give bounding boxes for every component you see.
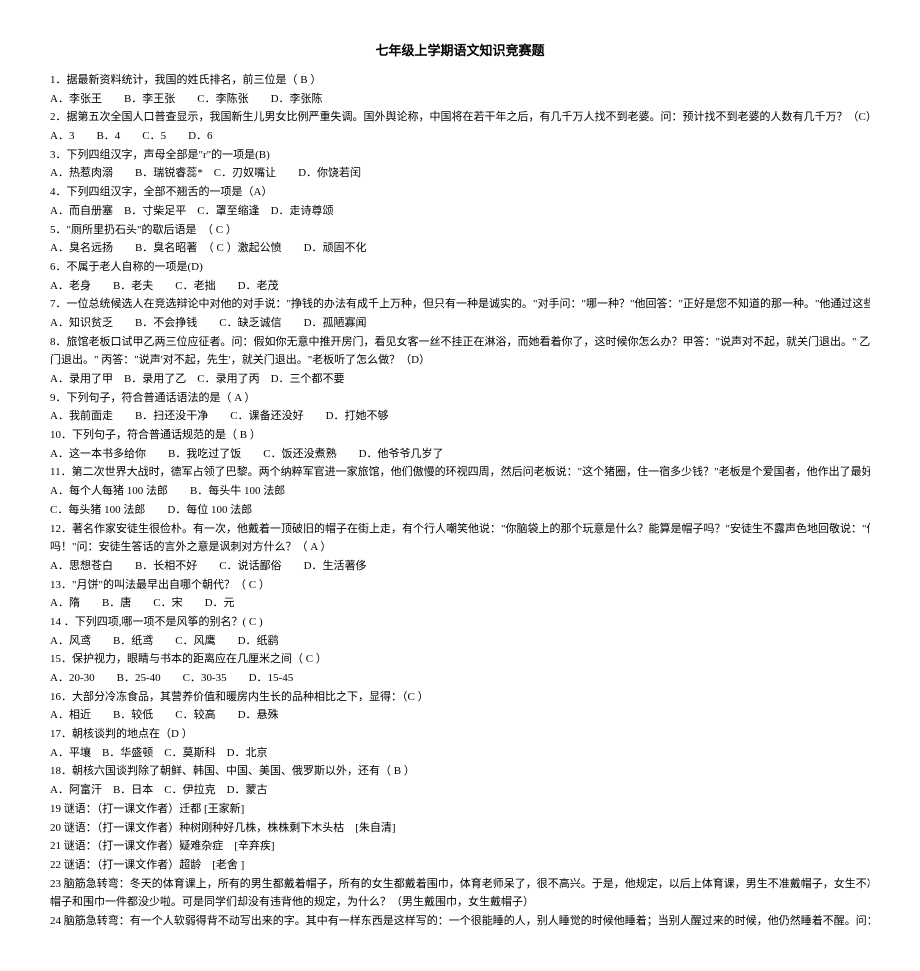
q18-line: 18．朝核六国谈判除了朝鲜、韩国、中国、美国、俄罗斯以外，还有（ B ） [50, 762, 870, 781]
q12-line2: 吗！"问：安徒生答话的言外之意是讽刺对方什么？（ A ） [50, 538, 870, 557]
q10-options: A．这一本书多给你 B．我吃过了饭 C．饭还没煮熟 D．他爷爷几岁了 [50, 445, 870, 464]
q6-line: 6．不属于老人自称的一项是(D) [50, 258, 870, 277]
q2-line: 2．据第五次全国人口普查显示，我国新生儿男女比例严重失调。国外舆论称，中国将在若… [50, 108, 870, 127]
q2-options: A．3 B．4 C．5 D．6 [50, 127, 870, 146]
q10-line: 10．下列句子，符合普通话规范的是（ B ） [50, 426, 870, 445]
q5-options: A．臭名远扬 B．臭名昭著 （ C ）激起公愤 D．顽固不化 [50, 239, 870, 258]
q13-options: A．隋 B．唐 C．宋 D．元 [50, 594, 870, 613]
q8-line: 8．旅馆老板口试甲乙两三位应征者。问：假如你无意中推开房门，看见女客一丝不挂正在… [50, 333, 870, 352]
q17-options: A．平壤 B．华盛顿 C．莫斯科 D．北京 [50, 744, 870, 763]
q11-options1: A．每个人每猪 100 法郎 B．每头牛 100 法郎 [50, 482, 870, 501]
q3-line: 3．下列四组汉字，声母全部是"r"的一项是(B) [50, 146, 870, 165]
q19-line: 19 谜语：（打一课文作者）迁都 [王家新] [50, 800, 870, 819]
q14-options: A．风鸢 B．纸鸢 C．风鹰 D．纸鹞 [50, 632, 870, 651]
q18-options: A．阿富汗 B．日本 C．伊拉克 D．蒙古 [50, 781, 870, 800]
q23-line2: 帽子和围巾一件都没少啦。可是同学们却没有违背他的规定，为什么？（男生戴围巾，女生… [50, 893, 870, 912]
q14-line: 14 ．下列四项,哪一项不是风筝的别名？( C ) [50, 613, 870, 632]
q7-line: 7．一位总统候选人在竞选辩论中对他的对手说："挣钱的办法有成千上万种，但只有一种… [50, 295, 870, 314]
q3-options: A．热惹肉溺 B．瑞锐睿蕊* C．刃奴嘴让 D．你饶若闰 [50, 164, 870, 183]
q8-options: A．录用了甲 B．录用了乙 C．录用了丙 D．三个都不要 [50, 370, 870, 389]
q8-line2: 门退出。" 丙答："说声'对不起，先生'，就关门退出。"老板听了怎么做？（D） [50, 351, 870, 370]
page-title: 七年级上学期语文知识竞赛题 [50, 40, 870, 59]
q7-options: A．知识贫乏 B．不会挣钱 C．缺乏诚信 D．孤陋寡闻 [50, 314, 870, 333]
q16-line: 16．大部分冷冻食品，其营养价值和暖房内生长的品种相比之下，显得：（C ） [50, 688, 870, 707]
q4-options: A．而自册塞 B．寸柴足平 C．罩至缩逢 D．走诗尊颂 [50, 202, 870, 221]
q21-line: 21 谜语：（打一课文作者）疑难杂症 [辛弃疾] [50, 837, 870, 856]
q24-line: 24 脑筋急转弯：有一个人软弱得背不动写出来的字。其中有一样东西是这样写的：一个… [50, 912, 870, 931]
q15-line: 15．保护视力，眼睛与书本的距离应在几厘米之间（ C ） [50, 650, 870, 669]
q12-line: 12．著名作家安徒生很俭朴。有一次，他戴着一顶破旧的帽子在街上走，有个行人嘲笑他… [50, 520, 870, 539]
q1-options: A．李张王 B．李王张 C．李陈张 D．李张陈 [50, 90, 870, 109]
q6-options: A．老身 B．老夫 C．老拙 D．老茂 [50, 277, 870, 296]
q20-line: 20 谜语：（打一课文作者）种树刚种好几株，株株剩下木头枯 [朱自清] [50, 819, 870, 838]
q13-line: 13．"月饼"的叫法最早出自哪个朝代？（ C ） [50, 576, 870, 595]
q11-line: 11．第二次世界大战时，德军占领了巴黎。两个纳粹军官进一家旅馆，他们傲慢的环视四… [50, 463, 870, 482]
q11-options2: C．每头猪 100 法郎 D．每位 100 法郎 [50, 501, 870, 520]
q23-line: 23 脑筋急转弯：冬天的体育课上，所有的男生都戴着帽子，所有的女生都戴着围巾，体… [50, 875, 870, 894]
q17-line: 17．朝核谈判的地点在（D ） [50, 725, 870, 744]
q16-options: A．相近 B．较低 C．较高 D．悬殊 [50, 706, 870, 725]
q1-line: 1．据最新资料统计，我国的姓氏排名，前三位是（ B ） [50, 71, 870, 90]
q9-line: 9．下列句子，符合普通话语法的是（ A ） [50, 389, 870, 408]
q5-line: 5．"厕所里扔石头"的歇后语是 （ C ） [50, 221, 870, 240]
q22-line: 22 谜语：（打一课文作者）超龄 [老舍 ] [50, 856, 870, 875]
q9-options: A．我前面走 B．扫还没干净 C．课备还没好 D．打她不够 [50, 407, 870, 426]
q15-options: A．20-30 B．25-40 C．30-35 D．15-45 [50, 669, 870, 688]
q4-line: 4．下列四组汉字，全部不翘舌的一项是（A） [50, 183, 870, 202]
q12-options: A．思想苍白 B．长相不好 C．说话鄙俗 D．生活著侈 [50, 557, 870, 576]
